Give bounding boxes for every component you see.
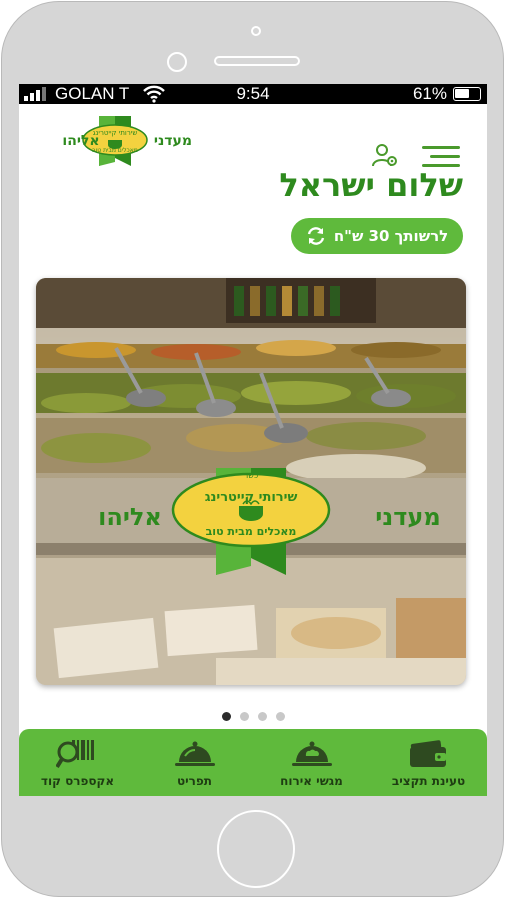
carousel-dot[interactable] bbox=[257, 712, 267, 721]
nav-budget-load[interactable]: טעינת תקציב bbox=[370, 729, 487, 796]
nav-menu[interactable]: תפריט bbox=[136, 729, 253, 796]
brand-logo[interactable]: שירותי קייטרינג מאכלים מבית טוב מעדני אל… bbox=[35, 114, 195, 170]
carousel-dot[interactable] bbox=[221, 712, 231, 721]
bottom-navigation: אקספרס קוד תפריט מגשי אירוח טעינת תקציב bbox=[19, 729, 487, 796]
status-bar: GOLAN T 9:54 61% bbox=[19, 84, 487, 104]
refresh-icon bbox=[307, 227, 325, 245]
battery-icon bbox=[453, 87, 481, 101]
promo-carousel-slide[interactable]: כשר שירותי קייטרינג מאכלים מבית טוב מעדנ… bbox=[36, 278, 466, 685]
app-header: שירותי קייטרינג מאכלים מבית טוב מעדני אל… bbox=[19, 104, 487, 174]
banner-name-right: מעדני bbox=[375, 503, 440, 531]
carousel-indicator bbox=[19, 712, 487, 721]
nav-hosting-trays[interactable]: מגשי אירוח bbox=[253, 729, 370, 796]
user-settings-icon[interactable] bbox=[371, 141, 399, 169]
battery-percent: 61% bbox=[412, 84, 447, 103]
banner-name-left: אליהו bbox=[98, 503, 162, 531]
front-sensor bbox=[251, 26, 261, 36]
front-camera bbox=[167, 52, 187, 72]
nav-hosting-trays-label: מגשי אירוח bbox=[280, 774, 343, 788]
page-title: שלום ישראל bbox=[279, 166, 463, 204]
deli-counter-image: כשר שירותי קייטרינג מאכלים מבית טוב מעדנ… bbox=[36, 278, 466, 685]
nav-express-code[interactable]: אקספרס קוד bbox=[19, 729, 136, 796]
carousel-dot[interactable] bbox=[275, 712, 285, 721]
scanner-code-icon bbox=[55, 740, 94, 769]
app-screen: GOLAN T 9:54 61% שירותי קייטרינג מאכלים … bbox=[19, 84, 487, 796]
home-button[interactable] bbox=[217, 810, 295, 888]
balance-label: לרשותך 30 ש"ח bbox=[333, 227, 449, 245]
nav-budget-load-label: טעינת תקציב bbox=[391, 774, 466, 788]
carousel-dot[interactable] bbox=[239, 712, 249, 721]
earpiece-speaker bbox=[214, 56, 300, 66]
banner-badge-small: כשר bbox=[244, 471, 258, 480]
hamburger-menu-icon[interactable] bbox=[422, 146, 460, 168]
logo-name-right: מעדני bbox=[154, 133, 192, 149]
chef-cloche-icon bbox=[291, 741, 332, 766]
cloche-icon bbox=[174, 741, 215, 766]
nav-menu-label: תפריט bbox=[177, 774, 212, 788]
nav-express-code-label: אקספרס קוד bbox=[40, 774, 115, 788]
balance-button[interactable]: לרשותך 30 ש"ח bbox=[291, 218, 463, 254]
banner-badge-bottom: מאכלים מבית טוב bbox=[206, 525, 297, 538]
wallet-icon bbox=[409, 740, 446, 767]
logo-name-left: אליהו bbox=[62, 133, 99, 149]
